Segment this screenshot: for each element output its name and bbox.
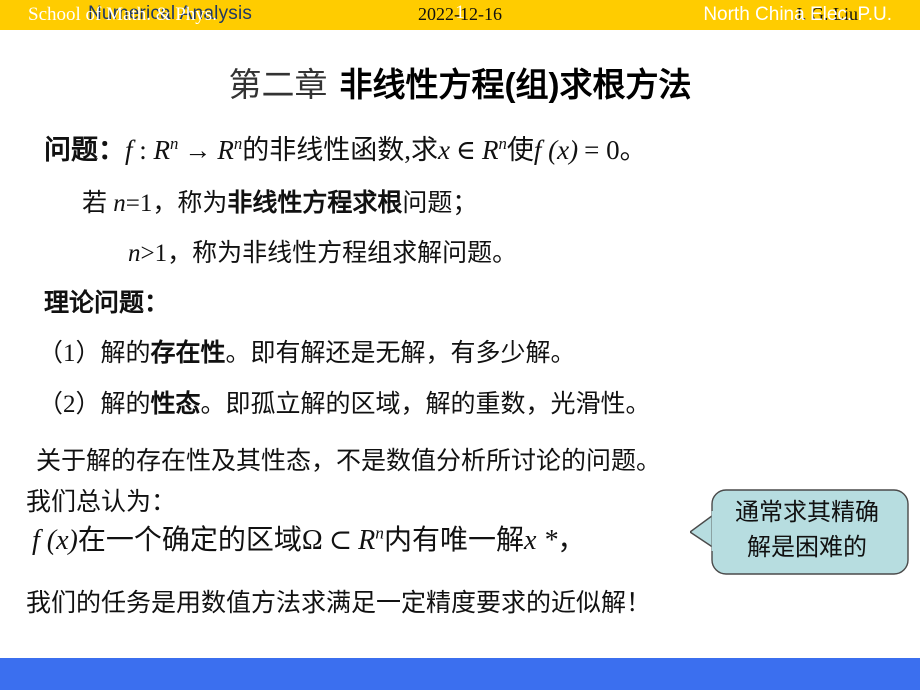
formula-comma: ，: [557, 525, 586, 556]
item2-prefix: 解的: [100, 391, 151, 418]
problem-arrow: →: [184, 135, 212, 165]
problem-statement-line: 问题：f : Rn → Rn的非线性函数,求x ∈ Rn使f (x) = 0。: [44, 128, 647, 167]
task-line: 我们的任务是用数值方法求满足一定精度要求的近似解！: [26, 590, 652, 617]
formula-cn1: 在一个确定的区域: [77, 525, 302, 556]
case1-prefix: 若: [82, 190, 114, 217]
problem-label: 问题：: [44, 135, 125, 165]
case1-bold-term: 非线性方程求根: [227, 189, 403, 217]
problem-space-exponent: n: [498, 134, 507, 153]
case1-equation: =1，称为: [125, 190, 228, 217]
item1-bold-term: 存在性: [150, 339, 226, 367]
theory-item-2: （2）解的性态。即孤立解的区域，解的重数，光滑性。: [38, 384, 651, 420]
formula-omega: Ω: [301, 525, 323, 556]
remark-line: 关于解的存在性及其性态，不是数值分析所讨论的问题。: [36, 448, 662, 475]
item1-prefix: 解的: [100, 340, 151, 367]
problem-f: f: [125, 135, 133, 165]
formula-fx: f (x): [32, 525, 78, 556]
slide-title-subject: 非线性方程(组)求根方法: [339, 66, 692, 103]
item2-suffix: 。即孤立解的区域，解的重数，光滑性。: [200, 391, 651, 418]
item1-number: （1）: [38, 340, 101, 367]
footer-university: North China Elec. P.U.: [703, 4, 892, 25]
callout-bubble: 通常求其精确 解是困难的: [690, 488, 910, 576]
formula-subset-symbol: ⊂: [328, 525, 353, 556]
theory-item-1: （1）解的存在性。即有解还是无解，有多少解。: [38, 333, 576, 369]
problem-colon: :: [132, 135, 154, 165]
item2-bold-term: 性态: [150, 390, 201, 418]
problem-mid-text: 的非线性函数,求: [242, 135, 439, 165]
problem-member-symbol: ∈: [456, 135, 477, 165]
item1-suffix: 。即有解还是无解，有多少解。: [225, 340, 576, 367]
callout-text: 通常求其精确 解是困难的: [712, 496, 902, 566]
callout-line-2: 解是困难的: [747, 535, 867, 561]
problem-space: R: [482, 135, 499, 165]
slide-title: 第二章 非线性方程(组)求根方法: [0, 58, 920, 106]
problem-domain: R: [153, 135, 171, 165]
case1-n: n: [113, 190, 126, 217]
case2-n: n: [128, 240, 141, 267]
case-n-equals-one-line: 若 n=1，称为非线性方程求根问题；: [82, 183, 477, 219]
formula-x-star: x *: [523, 525, 558, 556]
theory-heading: 理论问题：: [44, 289, 170, 317]
problem-var-x: x: [438, 135, 451, 165]
problem-fx: f (x): [533, 135, 579, 165]
item2-number: （2）: [38, 391, 101, 418]
problem-make-text: 使: [506, 135, 534, 165]
we-assume-line: 我们总认为：: [26, 489, 177, 516]
problem-codomain: R: [217, 135, 234, 165]
callout-line-1: 通常求其精确: [735, 500, 879, 526]
case1-suffix: 问题；: [402, 190, 478, 217]
case-n-greater-one-line: n>1，称为非线性方程组求解问题。: [128, 233, 517, 269]
slide-title-chapter: 第二章: [228, 68, 328, 104]
problem-equals-zero: = 0。: [584, 135, 647, 165]
formula-space: R: [358, 525, 376, 556]
problem-domain-exponent: n: [170, 134, 179, 153]
footer-bar: [0, 658, 920, 690]
case2-rest: >1，称为非线性方程组求解问题。: [140, 240, 518, 267]
formula-space-exponent: n: [375, 523, 384, 543]
formula-line: f (x)在一个确定的区域Ω ⊂ Rn内有唯一解x *，: [32, 518, 585, 558]
formula-cn2: 内有唯一解: [383, 525, 524, 556]
